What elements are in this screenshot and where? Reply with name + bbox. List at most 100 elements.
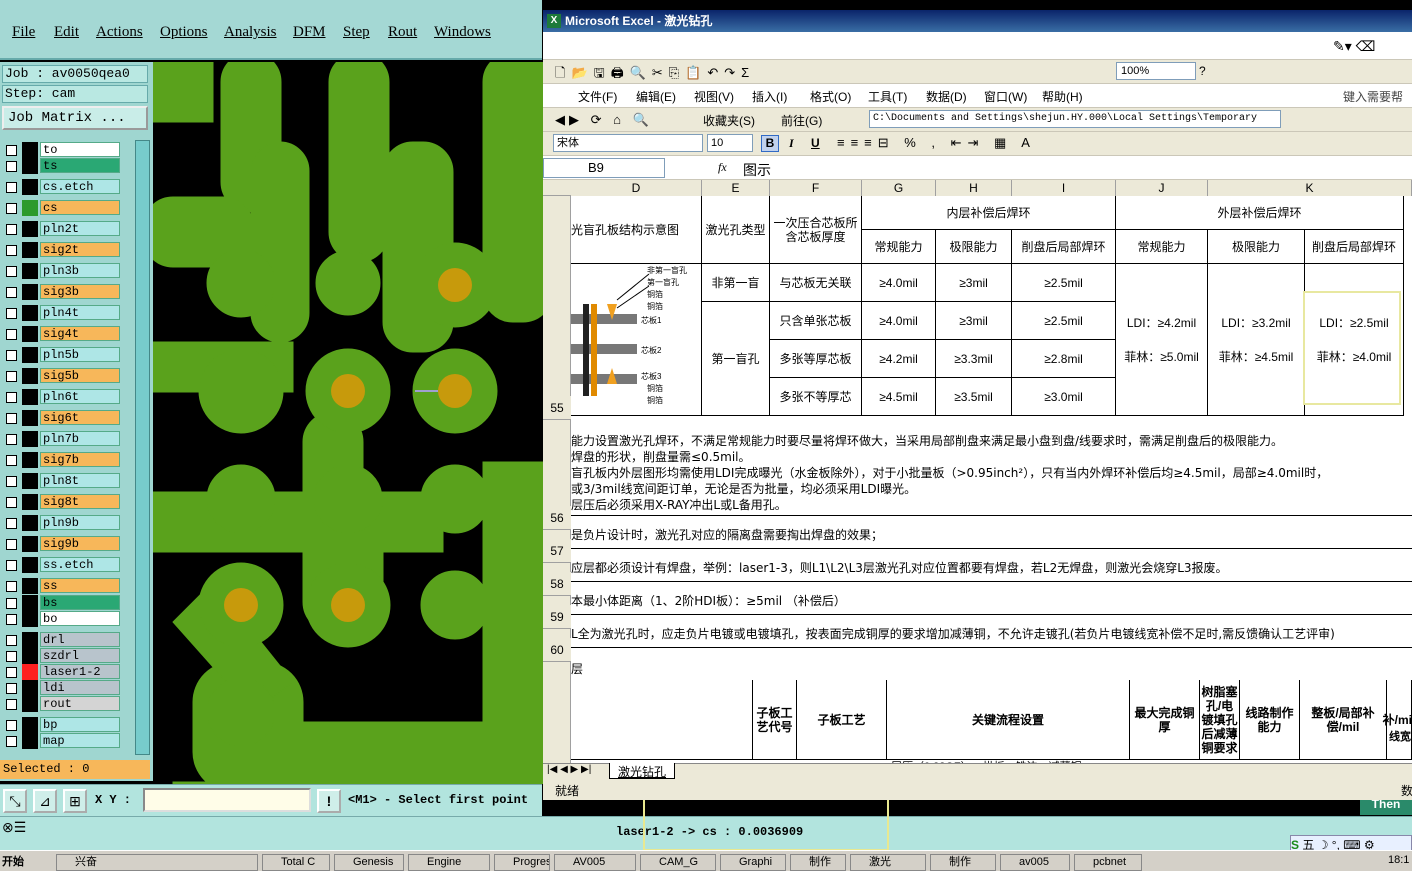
table-cell[interactable]: ≥3.5mil <box>936 378 1012 416</box>
layer-row-cs[interactable]: cs <box>4 200 121 216</box>
col-header-g[interactable]: G <box>862 180 936 196</box>
layer-checkbox[interactable] <box>6 667 17 678</box>
taskbar-button[interactable]: Total C <box>262 854 330 871</box>
measure-icon[interactable]: ⊿ <box>33 789 57 813</box>
subtable-header[interactable]: 子板工艺 <box>797 680 887 760</box>
layer-checkbox[interactable] <box>6 518 17 529</box>
layer-checkbox[interactable] <box>6 350 17 361</box>
align-icons[interactable]: ≡≡≡⊟ % , ⇤⇥ ▦ A <box>837 135 1036 151</box>
job-matrix-button[interactable]: Job Matrix ... <box>2 106 148 130</box>
taskbar-button[interactable]: AV005 <box>554 854 636 871</box>
subtable-header[interactable] <box>571 680 753 760</box>
table-cell[interactable]: ≥2.5mil <box>1012 302 1116 340</box>
zoom-icon[interactable]: ⤡ <box>3 789 27 813</box>
layer-row-sig3b[interactable]: sig3b <box>4 284 121 300</box>
layer-checkbox[interactable] <box>6 371 17 382</box>
layer-row-pln5b[interactable]: pln5b <box>4 347 121 363</box>
layer-checkbox[interactable] <box>6 720 17 731</box>
subtable-header[interactable]: 补/mil <box>1383 680 1412 760</box>
edit-icon[interactable]: ✎▾ ⌫ <box>1333 38 1375 55</box>
font-select[interactable]: 宋体 <box>553 134 703 152</box>
row-header[interactable]: 56 <box>543 506 571 530</box>
zoom-select[interactable]: 100% <box>1116 62 1196 80</box>
xy-input[interactable] <box>143 788 311 812</box>
excel-menu-item[interactable]: 插入(I) <box>752 88 787 105</box>
col-header-e[interactable]: E <box>702 180 770 196</box>
layer-checkbox[interactable] <box>6 145 17 156</box>
table-cell[interactable]: 多张等厚芯板 <box>770 340 862 378</box>
layer-row-laser1-2[interactable]: laser1-2 <box>4 664 121 680</box>
layer-row-ts[interactable]: ts <box>4 158 121 174</box>
col-header-j[interactable]: J <box>1116 180 1208 196</box>
layer-row-bp[interactable]: bp <box>4 717 121 733</box>
table-cell[interactable]: ≥3mil <box>936 302 1012 340</box>
alert-icon[interactable]: ! <box>317 789 341 813</box>
menu-edit[interactable]: Edit <box>54 24 79 41</box>
layer-checkbox[interactable] <box>6 476 17 487</box>
table-cell[interactable]: ≥4.2mil <box>862 340 936 378</box>
address-box[interactable]: C:\Documents and Settings\shejun.HY.000\… <box>869 110 1281 128</box>
layer-row-ss.etch[interactable]: ss.etch <box>4 557 121 573</box>
layer-row-ldi[interactable]: ldi <box>4 680 121 696</box>
layer-row-sig2t[interactable]: sig2t <box>4 242 121 258</box>
taskbar-button[interactable]: 制作 <box>930 854 996 871</box>
row-header[interactable]: 57 <box>543 539 571 563</box>
layer-checkbox[interactable] <box>6 581 17 592</box>
subtable-header[interactable]: 关键流程设置 <box>887 680 1130 760</box>
sheet-tab[interactable]: 激光钻孔 <box>609 763 676 779</box>
layer-row-sig5b[interactable]: sig5b <box>4 368 121 384</box>
row-header[interactable]: 60 <box>543 638 571 662</box>
formula-input[interactable]: 图示 <box>743 160 771 180</box>
taskbar-button[interactable]: av005 <box>1000 854 1070 871</box>
layer-checkbox[interactable] <box>6 182 17 193</box>
font-size-select[interactable]: 10 <box>707 134 753 152</box>
layer-checkbox[interactable] <box>6 434 17 445</box>
layer-checkbox[interactable] <box>6 455 17 466</box>
excel-menu-item[interactable]: 数据(D) <box>926 88 967 105</box>
layer-checkbox[interactable] <box>6 699 17 710</box>
excel-menu-item[interactable]: 窗口(W) <box>984 88 1027 105</box>
subtable-header[interactable]: 整板/局部补偿/mil <box>1300 680 1387 760</box>
layer-row-pln8t[interactable]: pln8t <box>4 473 121 489</box>
layer-row-bo[interactable]: bo <box>4 611 121 627</box>
col-header-k[interactable]: K <box>1208 180 1412 196</box>
layer-checkbox[interactable] <box>6 736 17 747</box>
excel-menu-item[interactable]: 文件(F) <box>578 88 617 105</box>
back-icon[interactable]: ◀▶ ⟳ ⌂ 🔍 <box>555 112 653 128</box>
excel-menu-item[interactable]: 编辑(E) <box>636 88 676 105</box>
taskbar-button[interactable]: 兴奋 <box>56 854 258 871</box>
taskbar-button[interactable]: pcbnet <box>1074 854 1142 871</box>
layer-checkbox[interactable] <box>6 329 17 340</box>
name-box[interactable]: B9 <box>543 158 665 178</box>
taskbar-button[interactable]: 激光 <box>850 854 926 871</box>
worksheet[interactable]: D E F G H I J K 55 56 57 58 59 60 光盲孔板结构… <box>543 180 1412 763</box>
layer-row-sig4t[interactable]: sig4t <box>4 326 121 342</box>
excel-menu-item[interactable]: 帮助(H) <box>1042 88 1083 105</box>
layer-checkbox[interactable] <box>6 413 17 424</box>
layer-row-rout[interactable]: rout <box>4 696 121 712</box>
layer-row-pln3b[interactable]: pln3b <box>4 263 121 279</box>
layer-checkbox[interactable] <box>6 245 17 256</box>
col-header-d[interactable]: D <box>571 180 702 196</box>
message-icon[interactable]: ⊗☰ <box>2 819 26 836</box>
col-header-f[interactable]: F <box>770 180 862 196</box>
layer-checkbox[interactable] <box>6 161 17 172</box>
taskbar-button[interactable]: CAM_G <box>640 854 716 871</box>
table-cell[interactable]: ≥3.0mil <box>1012 378 1116 416</box>
table-cell[interactable]: ≥4.0mil <box>862 264 936 302</box>
layer-row-sig9b[interactable]: sig9b <box>4 536 121 552</box>
taskbar-button[interactable]: Progress <box>494 854 550 871</box>
layer-checkbox[interactable] <box>6 560 17 571</box>
menu-actions[interactable]: Actions <box>96 24 143 41</box>
menu-analysis[interactable]: Analysis <box>224 24 277 41</box>
layer-checkbox[interactable] <box>6 683 17 694</box>
layer-row-pln9b[interactable]: pln9b <box>4 515 121 531</box>
layer-checkbox[interactable] <box>6 598 17 609</box>
row-header[interactable]: 55 <box>543 396 571 420</box>
layer-checkbox[interactable] <box>6 224 17 235</box>
function-icon[interactable]: fx <box>718 160 727 175</box>
subtable-header[interactable]: 线路制作能力 <box>1240 680 1300 760</box>
layer-row-pln4t[interactable]: pln4t <box>4 305 121 321</box>
table-cell[interactable]: ≥2.8mil <box>1012 340 1116 378</box>
type-cell[interactable]: 非第一盲 <box>702 264 770 302</box>
